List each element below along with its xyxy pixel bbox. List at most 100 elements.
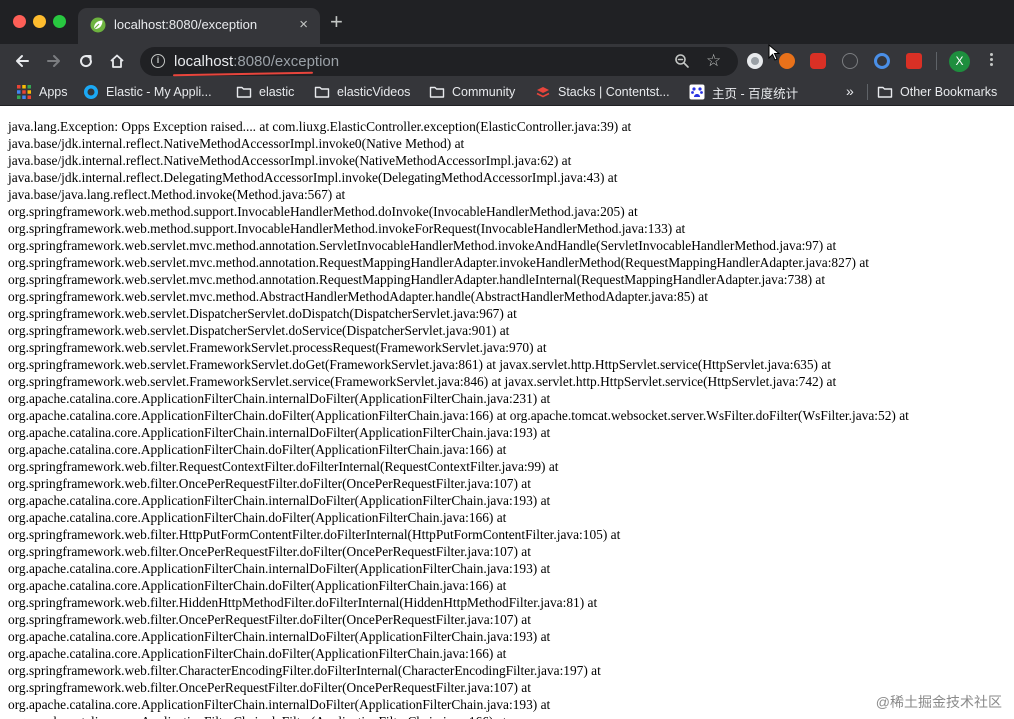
- stack-trace-line: org.springframework.web.servlet.mvc.meth…: [8, 238, 837, 253]
- bookmark-label: Other Bookmarks: [900, 85, 998, 99]
- info-icon[interactable]: i: [151, 54, 165, 68]
- apps-grid-icon: [17, 85, 31, 99]
- menu-kebab-icon[interactable]: [987, 51, 995, 71]
- window-minimize-button[interactable]: [33, 15, 46, 28]
- folder-icon: [877, 86, 893, 98]
- tab-exception[interactable]: localhost:8080/exception ×: [78, 8, 320, 44]
- tab-title: localhost:8080/exception: [114, 17, 258, 32]
- stack-trace-line: java.lang.Exception: Opps Exception rais…: [8, 119, 632, 134]
- stack-trace-line: org.springframework.web.servlet.Dispatch…: [8, 306, 517, 321]
- extension-stop-hand-icon[interactable]: [810, 53, 826, 69]
- annotation-underline: [172, 71, 314, 77]
- folder-icon: [314, 86, 330, 98]
- forward-arrow-icon: [47, 55, 60, 67]
- elastic-icon: [84, 85, 98, 99]
- reload-icon: [80, 55, 93, 68]
- browser-window: localhost:8080/exception × + i localhost…: [0, 0, 1014, 719]
- extension-record-icon[interactable]: [747, 53, 763, 69]
- bookmark-folder-community[interactable]: Community: [429, 83, 515, 101]
- stack-trace-line: java.base/jdk.internal.reflect.NativeMet…: [8, 153, 572, 168]
- bookmark-label: Community: [452, 85, 516, 99]
- stack-trace-line: org.apache.catalina.core.ApplicationFilt…: [8, 713, 1008, 719]
- folder-icon: [236, 86, 252, 98]
- stack-trace-line: org.apache.catalina.core.ApplicationFilt…: [8, 493, 551, 508]
- extension-dots-icon[interactable]: [906, 53, 922, 69]
- bookmarks-divider: [867, 84, 868, 100]
- bookmark-label: elasticVideos: [337, 85, 411, 99]
- stack-trace-line: org.springframework.web.filter.HiddenHtt…: [8, 595, 598, 610]
- zoom-icon[interactable]: [674, 53, 690, 69]
- stack-trace-line: org.springframework.web.method.support.I…: [8, 221, 686, 236]
- bookmark-label: 主页 - 百度统计: [712, 86, 799, 101]
- stack-trace-line: org.apache.catalina.core.ApplicationFilt…: [8, 697, 551, 712]
- bookmark-label: elastic: [259, 85, 295, 99]
- stack-trace: java.lang.Exception: Opps Exception rais…: [8, 118, 1008, 719]
- window-close-button[interactable]: [13, 15, 26, 28]
- stack-trace-line: org.springframework.web.filter.OncePerRe…: [8, 544, 531, 559]
- stack-trace-line: org.apache.catalina.core.ApplicationFilt…: [8, 578, 507, 593]
- stack-trace-line: org.springframework.web.filter.OncePerRe…: [8, 476, 531, 491]
- bookmark-other-bookmarks[interactable]: Other Bookmarks: [877, 83, 997, 101]
- stack-trace-line: org.springframework.web.servlet.Framewor…: [8, 340, 547, 355]
- stack-trace-line: org.springframework.web.filter.OncePerRe…: [8, 612, 531, 627]
- bookmark-label: Apps: [39, 85, 68, 99]
- tab-strip: localhost:8080/exception × +: [0, 0, 1014, 44]
- bookmark-elastic-my-appli[interactable]: Elastic - My Appli...: [83, 83, 212, 101]
- url-text[interactable]: localhost:8080/exception: [174, 53, 339, 70]
- extension-ring-icon[interactable]: [874, 53, 890, 69]
- window-maximize-button[interactable]: [53, 15, 66, 28]
- url-host: localhost: [174, 53, 234, 70]
- extension-info-icon[interactable]: [842, 53, 858, 69]
- stack-trace-line: java.base/jdk.internal.reflect.Delegatin…: [8, 170, 618, 185]
- stack-trace-line: org.springframework.web.servlet.mvc.meth…: [8, 255, 869, 270]
- bookmark-label: Elastic - My Appli...: [106, 85, 212, 99]
- spring-leaf-icon: [90, 17, 106, 33]
- contentstack-icon: [536, 87, 550, 98]
- stack-trace-line: org.apache.catalina.core.ApplicationFilt…: [8, 561, 551, 576]
- new-tab-button[interactable]: +: [330, 11, 343, 33]
- bookmarks-overflow-chevron-icon[interactable]: »: [846, 83, 854, 99]
- bookmark-label: Stacks | Contentst...: [558, 85, 670, 99]
- bookmark-apps[interactable]: Apps: [16, 83, 68, 101]
- toolbar: i localhost:8080/exception ☆ X: [0, 44, 1014, 78]
- stack-trace-line: org.springframework.web.servlet.mvc.meth…: [8, 272, 826, 287]
- stack-trace-line: java.base/java.lang.reflect.Method.invok…: [8, 187, 346, 202]
- stack-trace-line: org.springframework.web.filter.RequestCo…: [8, 459, 559, 474]
- forward-button[interactable]: [43, 50, 65, 72]
- bookmark-baidu-tongji[interactable]: 主页 - 百度统计: [689, 83, 798, 101]
- mouse-cursor-icon: [768, 44, 780, 61]
- bookmark-folder-elastic[interactable]: elastic: [236, 83, 294, 101]
- home-button[interactable]: [106, 50, 128, 72]
- stack-trace-line: org.apache.catalina.core.ApplicationFilt…: [8, 442, 507, 457]
- stack-trace-line: org.apache.catalina.core.ApplicationFilt…: [8, 391, 551, 406]
- stack-trace-line: org.springframework.web.filter.OncePerRe…: [8, 680, 531, 695]
- toolbar-divider: [936, 52, 937, 70]
- extension-orange-icon[interactable]: [779, 53, 795, 69]
- reload-button[interactable]: [75, 50, 97, 72]
- bookmark-stacks-contentstack[interactable]: Stacks | Contentst...: [535, 83, 670, 101]
- page-content: java.lang.Exception: Opps Exception rais…: [0, 107, 1014, 719]
- stack-trace-line: org.apache.catalina.core.ApplicationFilt…: [8, 510, 507, 525]
- baidu-icon: [689, 84, 705, 100]
- address-bar[interactable]: i localhost:8080/exception ☆: [140, 47, 738, 77]
- back-button[interactable]: [11, 50, 33, 72]
- stack-trace-line: org.springframework.web.servlet.Framewor…: [8, 374, 837, 389]
- watermark: @稀土掘金技术社区: [873, 691, 1004, 713]
- url-path: :8080/exception: [233, 53, 340, 70]
- stack-trace-line: org.apache.catalina.core.ApplicationFilt…: [8, 425, 551, 440]
- tab-close-icon[interactable]: ×: [299, 16, 308, 34]
- stack-trace-line: org.springframework.web.filter.HttpPutFo…: [8, 527, 621, 542]
- bookmark-folder-elasticvideos[interactable]: elasticVideos: [314, 83, 410, 101]
- stack-trace-line: org.springframework.web.servlet.Dispatch…: [8, 323, 510, 338]
- bookmark-star-icon[interactable]: ☆: [706, 51, 721, 71]
- stack-trace-line: org.springframework.web.servlet.Framewor…: [8, 357, 832, 372]
- stack-trace-line: java.base/jdk.internal.reflect.NativeMet…: [8, 136, 465, 151]
- stack-trace-line: org.springframework.web.method.support.I…: [8, 204, 638, 219]
- bookmarks-bar: Apps Elastic - My Appli... elastic elast…: [0, 78, 1014, 106]
- profile-avatar[interactable]: X: [949, 51, 970, 72]
- stack-trace-line: org.apache.catalina.core.ApplicationFilt…: [8, 408, 909, 423]
- home-icon: [110, 54, 124, 68]
- back-arrow-icon: [16, 55, 29, 67]
- stack-trace-line: org.springframework.web.filter.Character…: [8, 663, 601, 678]
- folder-icon: [429, 86, 445, 98]
